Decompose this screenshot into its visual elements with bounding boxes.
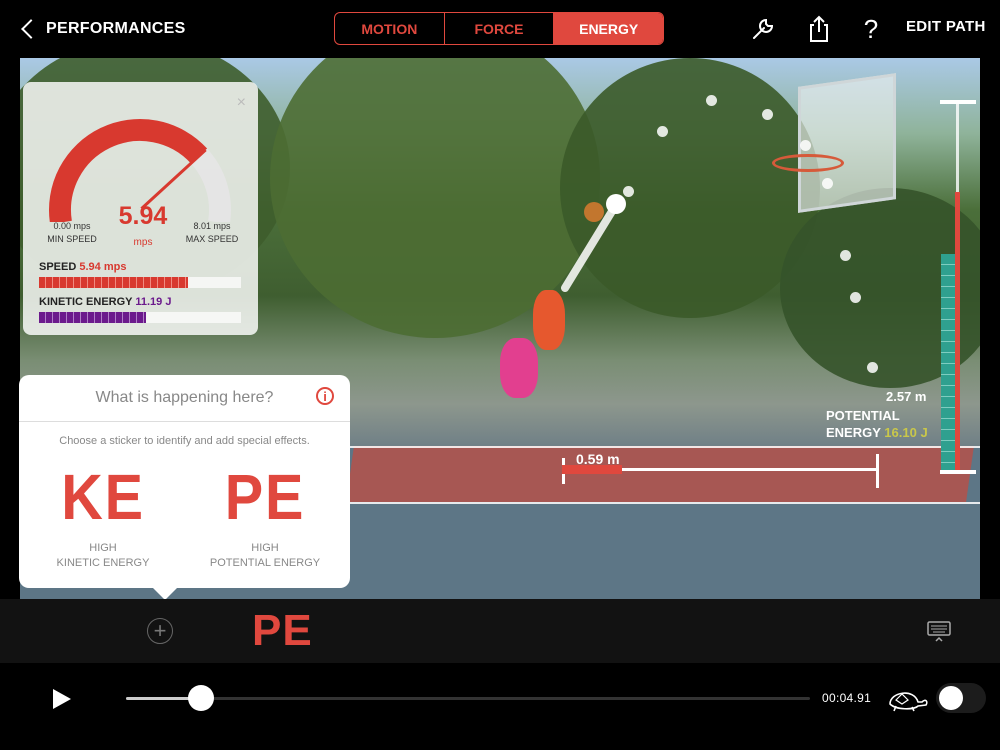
speed-bar-fill (39, 277, 189, 288)
add-sticker-button[interactable]: + (147, 618, 173, 644)
current-speed-unit: mps (133, 237, 153, 248)
sticker-popover: What is happening here? i Choose a stick… (19, 375, 350, 600)
tab-force[interactable]: FORCE (445, 13, 555, 44)
help-icon[interactable]: ? (856, 14, 886, 44)
path-dot (867, 362, 878, 373)
pe-sticker[interactable]: PE (202, 465, 328, 529)
speed-panel: × 0.00 mps MIN SPEED 5.94 mps 8.01 mps M… (23, 82, 258, 335)
height-red-line (955, 192, 960, 470)
placed-pe-sticker[interactable]: PE (252, 606, 313, 656)
tab-energy[interactable]: ENERGY (554, 13, 663, 44)
measure-tick-right (876, 454, 879, 488)
path-dot (762, 109, 773, 120)
ke-sticker-label: HIGH KINETIC ENERGY (56, 542, 150, 569)
path-dot (623, 186, 634, 197)
share-icon[interactable] (804, 14, 834, 44)
tab-motion[interactable]: MOTION (335, 13, 445, 44)
potential-energy-bar (941, 254, 955, 470)
path-dot (822, 178, 833, 189)
scrubber-track[interactable] (126, 697, 810, 700)
path-dot (706, 95, 717, 106)
turtle-icon[interactable] (884, 684, 930, 714)
speed-bar (39, 277, 241, 288)
play-icon[interactable] (53, 689, 71, 709)
distance-label: 0.59 m (576, 451, 620, 467)
pe-sticker-label: HIGH POTENTIAL ENERGY (209, 542, 321, 569)
kinetic-energy-bar-fill (39, 312, 147, 323)
height-cap-bottom (940, 470, 976, 474)
wrench-icon[interactable] (748, 14, 778, 44)
path-dot (850, 292, 861, 303)
keyboard-icon[interactable] (926, 620, 952, 642)
kinetic-energy-readout: KINETIC ENERGY 11.19 J (39, 296, 172, 308)
info-icon[interactable]: i (316, 387, 334, 405)
mode-segmented-control: MOTION FORCE ENERGY (334, 12, 664, 45)
speed-readout: SPEED 5.94 mps (39, 261, 127, 273)
gauge-needle (140, 148, 207, 210)
current-time: 00:04.91 (822, 691, 872, 705)
max-speed: 8.01 mps MAX SPEED (185, 221, 239, 244)
edit-path-button[interactable]: EDIT PATH (906, 18, 986, 35)
min-speed: 0.00 mps MIN SPEED (47, 221, 97, 244)
kinetic-energy-bar (39, 312, 241, 323)
height-label: 2.57 m (886, 389, 927, 404)
current-speed: 5.94 (118, 202, 168, 230)
toggle-thumb (939, 686, 963, 710)
path-dot (800, 140, 811, 151)
slow-motion-toggle[interactable] (936, 683, 986, 713)
potential-energy-readout: POTENTIAL ENERGY 16.10 J (826, 408, 928, 440)
path-dot (657, 126, 668, 137)
sticker-popover-title: What is happening here? (19, 375, 350, 422)
chevron-left-icon (21, 19, 41, 39)
top-bar: PERFORMANCES MOTION FORCE ENERGY ? EDIT … (0, 0, 1000, 58)
sticker-instructions: Choose a sticker to identify and add spe… (59, 435, 310, 447)
back-label: PERFORMANCES (46, 20, 186, 37)
back-button[interactable]: PERFORMANCES (20, 14, 186, 44)
ke-sticker[interactable]: KE (40, 465, 166, 529)
path-dot (840, 250, 851, 261)
speed-gauge (49, 119, 231, 222)
player-bar (0, 663, 1000, 750)
